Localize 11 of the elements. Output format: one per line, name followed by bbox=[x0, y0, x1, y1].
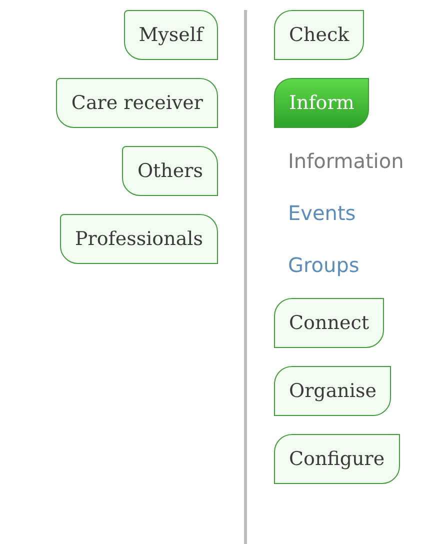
submenu-link[interactable]: Information bbox=[288, 142, 404, 180]
submenu-link[interactable]: Events bbox=[288, 194, 356, 232]
section-button[interactable]: Check bbox=[274, 10, 364, 60]
section-button[interactable]: Connect bbox=[274, 298, 384, 348]
submenu-link[interactable]: Groups bbox=[288, 246, 360, 284]
section-button[interactable]: Configure bbox=[274, 434, 400, 484]
audience-button[interactable]: Myself bbox=[124, 10, 218, 60]
audience-button[interactable]: Care receiver bbox=[56, 78, 218, 128]
audience-button[interactable]: Others bbox=[122, 146, 218, 196]
section-button[interactable]: Organise bbox=[274, 366, 392, 416]
audience-button[interactable]: Professionals bbox=[60, 214, 218, 264]
